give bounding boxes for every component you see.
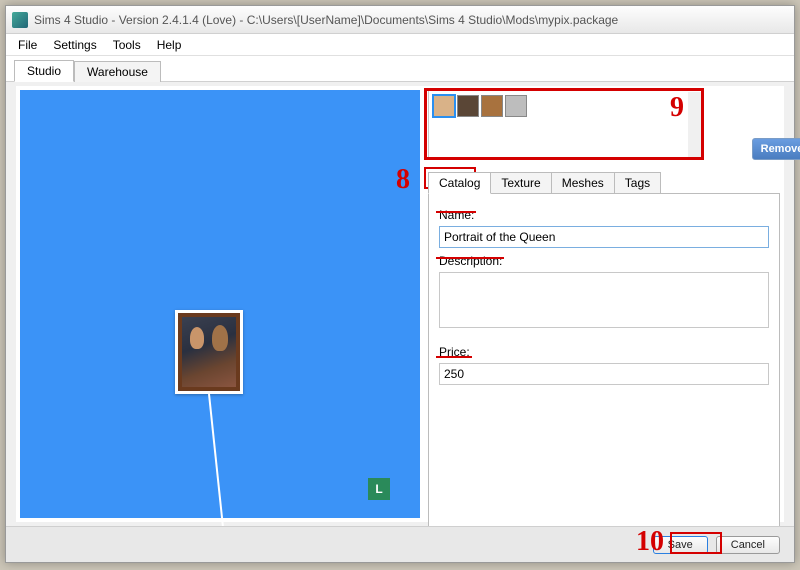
properties-pane: Remove Swatch Catalog Texture Meshes Tag… bbox=[424, 86, 784, 522]
swatch-4[interactable] bbox=[505, 95, 527, 117]
tab-studio[interactable]: Studio bbox=[14, 60, 74, 82]
tab-warehouse[interactable]: Warehouse bbox=[74, 61, 161, 82]
save-button[interactable]: Save bbox=[653, 536, 708, 554]
description-input[interactable] bbox=[439, 272, 769, 328]
ptab-texture[interactable]: Texture bbox=[490, 172, 551, 194]
catalog-panel: Name: Description: Price: bbox=[428, 193, 780, 535]
menu-tools[interactable]: Tools bbox=[105, 35, 149, 55]
ptab-meshes[interactable]: Meshes bbox=[551, 172, 615, 194]
swatch-zone: Remove Swatch bbox=[428, 90, 780, 168]
swatch-1[interactable] bbox=[433, 95, 455, 117]
description-label: Description: bbox=[439, 254, 769, 268]
workspace: L Remove Swatch Catalog Texture bbox=[16, 86, 784, 522]
painting-canvas bbox=[182, 317, 236, 387]
price-label: Price: bbox=[439, 345, 769, 359]
price-input[interactable] bbox=[439, 363, 769, 385]
ptab-catalog[interactable]: Catalog bbox=[428, 172, 491, 194]
main-tabstrip: Studio Warehouse bbox=[6, 56, 794, 82]
3d-viewport[interactable]: L bbox=[20, 90, 420, 518]
preview-object-painting bbox=[175, 310, 243, 394]
app-window: Sims 4 Studio - Version 2.4.1.4 (Love) -… bbox=[5, 5, 795, 563]
swatch-scrollbar[interactable] bbox=[688, 92, 702, 158]
remove-swatch-button[interactable]: Remove Swatch bbox=[752, 138, 800, 160]
swatch-3[interactable] bbox=[481, 95, 503, 117]
menu-settings[interactable]: Settings bbox=[45, 35, 104, 55]
viewport-axis-badge: L bbox=[368, 478, 390, 500]
cancel-button[interactable]: Cancel bbox=[716, 536, 780, 554]
menubar: File Settings Tools Help bbox=[6, 34, 794, 56]
titlebar: Sims 4 Studio - Version 2.4.1.4 (Love) -… bbox=[6, 6, 794, 34]
swatch-2[interactable] bbox=[457, 95, 479, 117]
ptab-tags[interactable]: Tags bbox=[614, 172, 661, 194]
swatch-row bbox=[433, 95, 699, 117]
window-title: Sims 4 Studio - Version 2.4.1.4 (Love) -… bbox=[34, 13, 618, 27]
menu-file[interactable]: File bbox=[10, 35, 45, 55]
bottom-bar: Save Cancel bbox=[6, 526, 794, 562]
painting-frame bbox=[178, 313, 240, 391]
property-tabstrip: Catalog Texture Meshes Tags bbox=[428, 172, 780, 194]
name-label: Name: bbox=[439, 208, 769, 222]
swatch-list bbox=[428, 90, 704, 160]
menu-help[interactable]: Help bbox=[149, 35, 190, 55]
app-icon bbox=[12, 12, 28, 28]
name-input[interactable] bbox=[439, 226, 769, 248]
